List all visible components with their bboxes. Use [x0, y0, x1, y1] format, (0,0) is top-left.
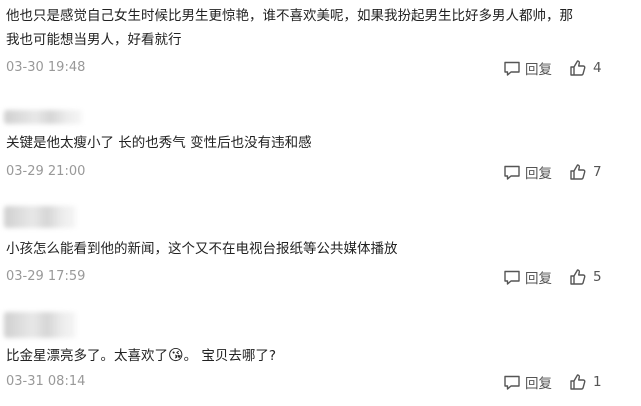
reply-label: 回复 — [525, 376, 552, 392]
thumbs-up-icon — [570, 269, 586, 285]
avatar — [4, 110, 82, 124]
comment-text: 小孩怎么能看到他的新闻，这个又不在电视台报纸等公共媒体播放 — [6, 237, 626, 261]
comment-meta: 03-29 21:00 回复 7 — [6, 162, 606, 182]
comment-bubble-icon — [504, 270, 520, 285]
comment-meta: 03-30 19:48 回复 4 — [6, 58, 606, 78]
reply-label: 回复 — [525, 166, 552, 182]
thumbs-up-icon — [570, 60, 586, 76]
avatar — [4, 312, 76, 338]
reply-button[interactable]: 回复 — [503, 162, 552, 182]
comment-text: 比金星漂亮多了。太喜欢了😘。 宝贝去哪了? — [6, 343, 626, 368]
comment-meta: 03-31 08:14 回复 1 — [6, 372, 606, 392]
reply-label: 回复 — [525, 62, 552, 78]
comment-meta: 03-29 17:59 回复 5 — [6, 267, 606, 287]
comment-text-part: 比金星漂亮多了。太喜欢了 — [6, 348, 168, 364]
like-button[interactable]: 7 — [569, 162, 602, 182]
reply-button[interactable]: 回复 — [503, 58, 552, 78]
like-button[interactable]: 1 — [569, 372, 602, 392]
comment-text-line: 关键是他太瘦小了 长的也秀气 变性后也没有违和感 — [6, 135, 312, 151]
comment-time: 03-29 17:59 — [6, 269, 86, 284]
comment-text: 他也只是感觉自己女生时候比男生更惊艳，谁不喜欢美呢，如果我扮起男生比好多男人都帅… — [6, 4, 626, 52]
comment-text-line: 小孩怎么能看到他的新闻，这个又不在电视台报纸等公共媒体播放 — [6, 241, 398, 257]
thumbs-up-icon — [570, 374, 586, 390]
avatar — [4, 206, 76, 228]
like-button[interactable]: 4 — [569, 58, 602, 78]
reply-button[interactable]: 回复 — [503, 372, 552, 392]
thumbs-up-icon — [570, 164, 586, 180]
like-count: 1 — [593, 374, 602, 390]
comment-text-part: 。 宝贝去哪了? — [183, 348, 277, 364]
like-count: 5 — [593, 269, 602, 285]
comment-time: 03-31 08:14 — [6, 374, 86, 389]
comment-time: 03-30 19:48 — [6, 60, 86, 75]
like-count: 7 — [593, 164, 602, 180]
comment-bubble-icon — [504, 165, 520, 180]
reply-label: 回复 — [525, 271, 552, 287]
comment-time: 03-29 21:00 — [6, 164, 86, 179]
comment-text: 关键是他太瘦小了 长的也秀气 变性后也没有违和感 — [6, 131, 626, 155]
comment-bubble-icon — [504, 375, 520, 390]
comment-bubble-icon — [504, 61, 520, 76]
kiss-emoji: 😘 — [168, 346, 184, 364]
like-count: 4 — [593, 60, 602, 76]
reply-button[interactable]: 回复 — [503, 267, 552, 287]
comment-text-line: 他也只是感觉自己女生时候比男生更惊艳，谁不喜欢美呢，如果我扮起男生比好多男人都帅… — [6, 8, 573, 24]
comment-text-line: 我也可能想当男人，好看就行 — [6, 32, 182, 48]
like-button[interactable]: 5 — [569, 267, 602, 287]
